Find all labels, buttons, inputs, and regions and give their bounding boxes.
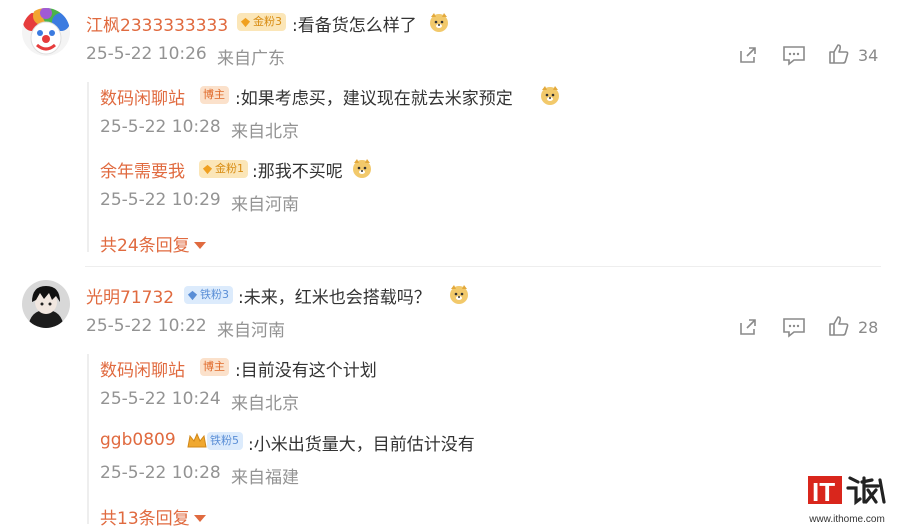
- more-replies-link[interactable]: 共24条回复: [100, 231, 206, 256]
- doge-emoji-icon: [430, 13, 448, 32]
- host-badge: 博主: [200, 358, 229, 376]
- reply-author[interactable]: 数码闲聊站: [100, 84, 185, 109]
- badge-label: 金粉3: [253, 15, 282, 28]
- reply-author[interactable]: 数码闲聊站: [100, 356, 185, 381]
- badge-label: 金粉1: [215, 162, 244, 175]
- crown-badge-icon: [187, 432, 207, 448]
- avatar[interactable]: [22, 8, 70, 56]
- fan-badge: 铁粉3: [184, 286, 233, 304]
- more-replies-label: 共13条回复: [100, 509, 190, 529]
- reply-timestamp: 25-5-22 10:24: [100, 389, 221, 409]
- reply-timestamp: 25-5-22 10:28: [100, 117, 221, 137]
- clown-avatar-icon: [22, 8, 70, 56]
- share-icon[interactable]: [737, 316, 759, 338]
- more-replies-link[interactable]: 共13条回复: [100, 504, 206, 529]
- reply-location: 来自福建: [231, 468, 299, 488]
- badge-label: 铁粉3: [200, 288, 229, 301]
- diamond-icon: [187, 290, 198, 300]
- reply-text: :那我不买呢: [252, 162, 343, 182]
- reply-text: :目前没有这个计划: [235, 361, 377, 381]
- reply-location: 来自河南: [231, 195, 299, 215]
- medal-icon: [202, 164, 213, 174]
- like-icon[interactable]: [828, 315, 850, 337]
- anime-avatar-icon: [22, 280, 70, 328]
- reply-thread-line: [87, 354, 89, 524]
- badge-label: 博主: [203, 88, 225, 101]
- like-count: 34: [858, 46, 879, 65]
- reply-timestamp: 25-5-22 10:29: [100, 190, 221, 210]
- comment-location: 来自广东: [217, 49, 285, 69]
- comment-divider: [85, 266, 881, 267]
- reply-author[interactable]: ggb0809: [100, 430, 176, 450]
- caret-down-icon: [193, 241, 206, 249]
- comment-timestamp: 25-5-22 10:26: [86, 44, 207, 64]
- avatar[interactable]: [22, 280, 70, 328]
- more-replies-label: 共24条回复: [100, 236, 190, 256]
- badge-label: 铁粉5: [210, 434, 239, 447]
- comment-author[interactable]: 光明71732: [86, 283, 174, 308]
- ithome-logo-icon: IT: [808, 476, 886, 507]
- reply-text: :如果考虑买，建议现在就去米家预定: [235, 89, 513, 109]
- fan-badge: 铁粉5: [207, 432, 243, 450]
- comment-text: :看备货怎么样了: [292, 16, 417, 36]
- doge-emoji-icon: [541, 86, 559, 105]
- comment-text: :未来，红米也会搭载吗？: [238, 288, 431, 308]
- doge-emoji-icon: [450, 285, 468, 304]
- comment-timestamp: 25-5-22 10:22: [86, 316, 207, 336]
- fan-badge: 金粉3: [237, 13, 286, 31]
- watermark-url: www.ithome.com: [809, 514, 885, 525]
- comment-author[interactable]: 江枫2333333333: [86, 11, 228, 36]
- comment-location: 来自河南: [217, 321, 285, 341]
- reply-location: 来自北京: [231, 122, 299, 142]
- fan-badge: 金粉1: [199, 160, 248, 178]
- reply-location: 来自北京: [231, 394, 299, 414]
- like-count: 28: [858, 318, 879, 337]
- ithome-watermark: IT www.ithome.com: [806, 472, 888, 525]
- share-icon[interactable]: [737, 44, 759, 66]
- badge-label: 博主: [203, 360, 225, 373]
- host-badge: 博主: [200, 86, 229, 104]
- comment-icon[interactable]: [782, 316, 806, 338]
- reply-timestamp: 25-5-22 10:28: [100, 463, 221, 483]
- medal-icon: [240, 17, 251, 27]
- like-icon[interactable]: [828, 43, 850, 65]
- comment-icon[interactable]: [782, 44, 806, 66]
- reply-text: :小米出货量大，目前估计没有: [248, 435, 475, 455]
- doge-emoji-icon: [353, 159, 371, 178]
- svg-text:IT: IT: [812, 477, 835, 507]
- reply-author[interactable]: 余年需要我: [100, 157, 185, 182]
- reply-thread-line: [87, 82, 89, 252]
- caret-down-icon: [193, 514, 206, 522]
